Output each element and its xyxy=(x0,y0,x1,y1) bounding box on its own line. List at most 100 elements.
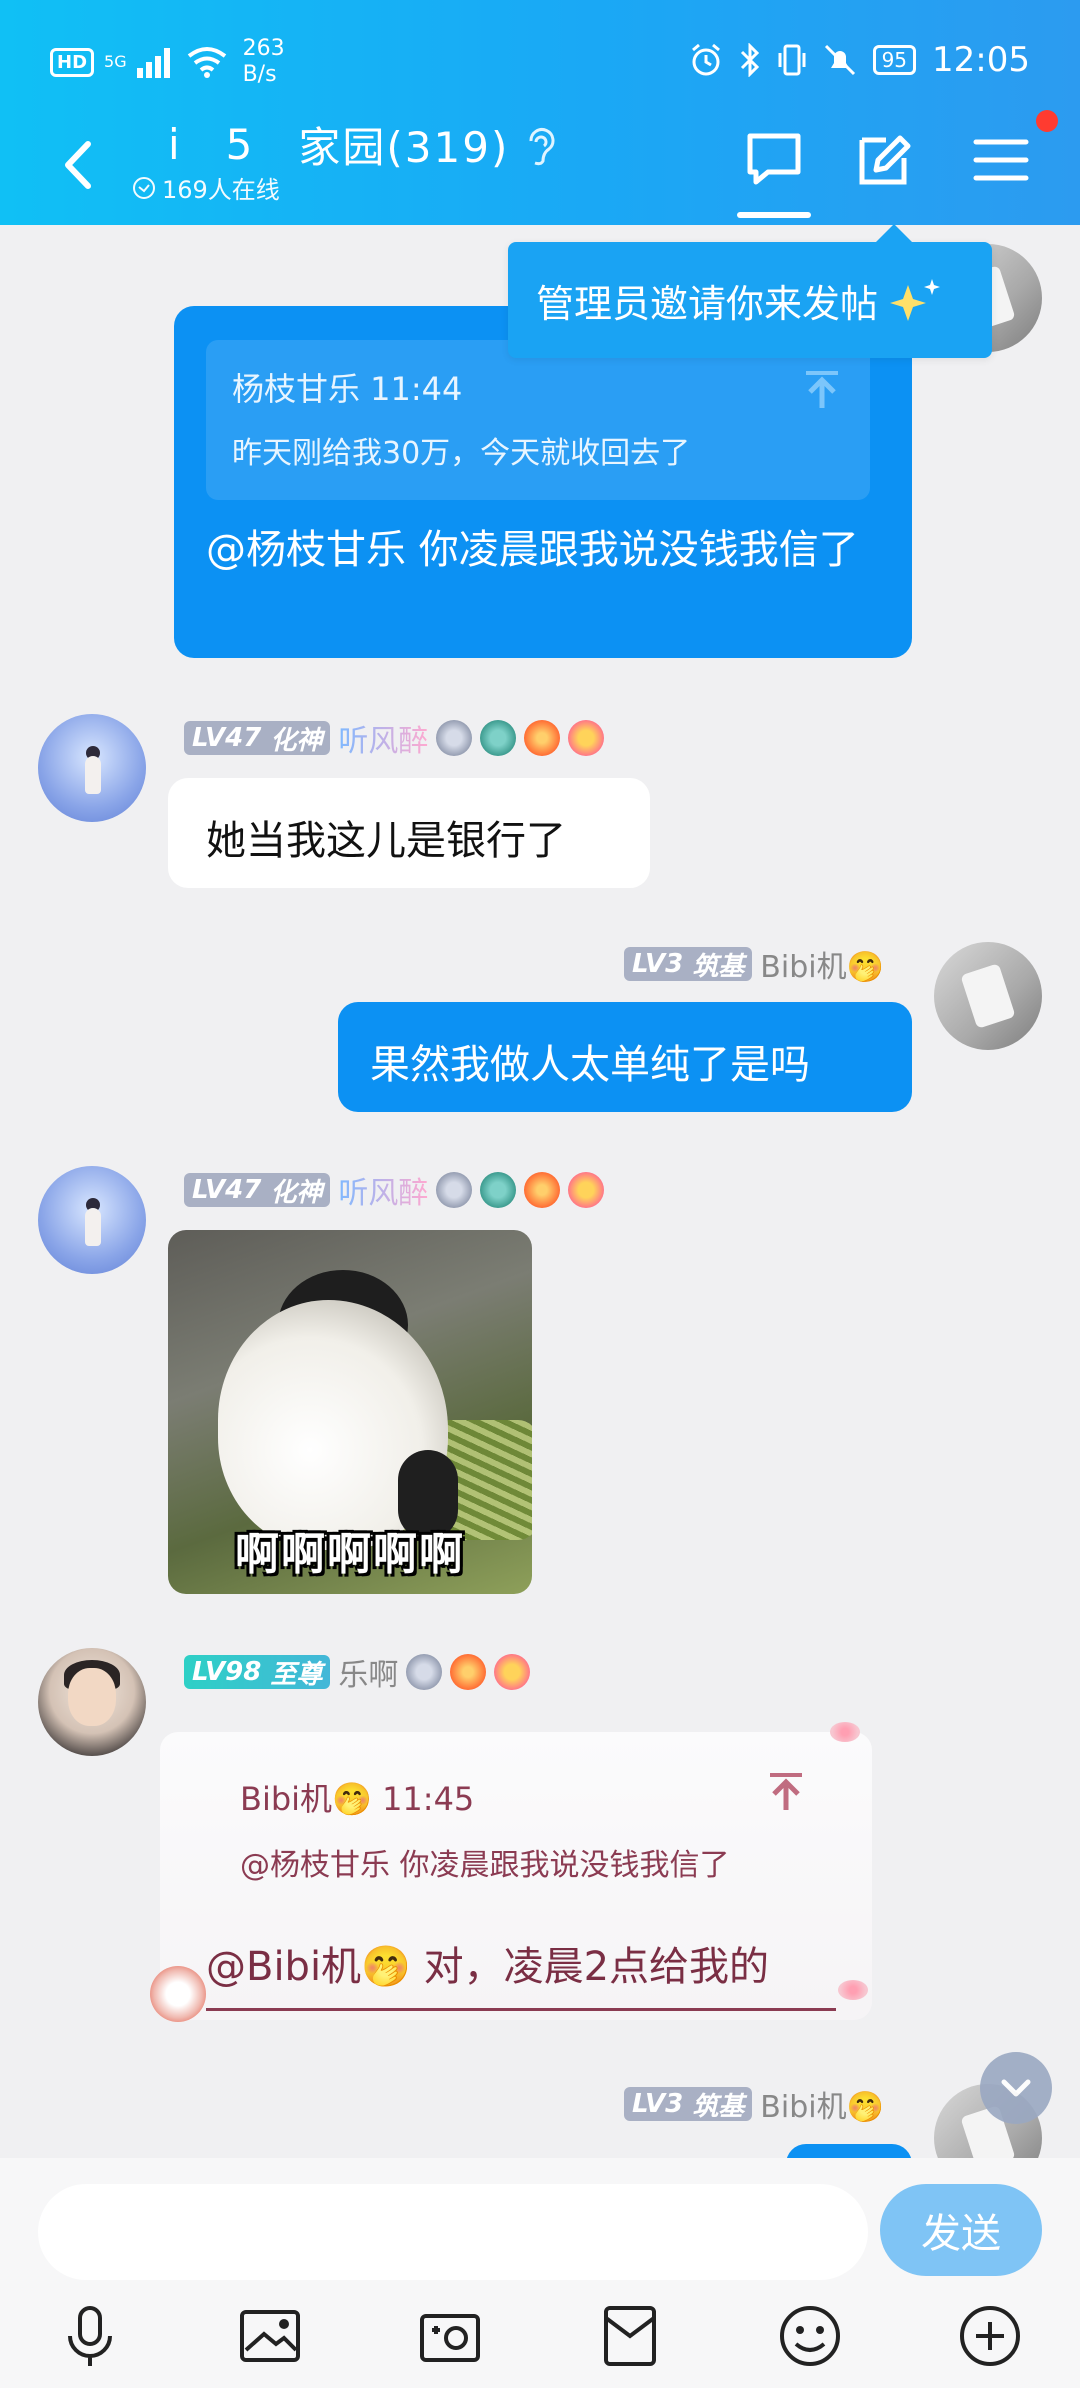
nav-bar: i 5 家园(319) 169人在线 xyxy=(0,110,1080,225)
sender-info: LV47 化神 听风醉 xyxy=(184,716,605,760)
mute-bell-icon xyxy=(824,44,855,76)
microphone-icon[interactable] xyxy=(54,2300,126,2372)
notification-dot xyxy=(1036,110,1058,132)
flower-medal-icon xyxy=(568,1172,605,1208)
battery-indicator: 95 xyxy=(872,45,917,75)
level: LV3 xyxy=(632,2089,684,2119)
sender-name[interactable]: 听风醉 xyxy=(338,716,428,760)
edit-icon[interactable] xyxy=(852,128,916,192)
pocket-icon[interactable] xyxy=(594,2300,666,2372)
rank: 筑基 xyxy=(692,951,745,982)
online-count: 169人在线 xyxy=(132,170,280,205)
emoji-icon[interactable] xyxy=(774,2300,846,2372)
sender-info: LV3 筑基 Bibi机🤭 xyxy=(624,2082,884,2126)
shield-medal-icon xyxy=(436,720,473,756)
signal-icon xyxy=(136,48,170,78)
level-badge: LV3 筑基 xyxy=(624,947,753,982)
dragon-medal-icon xyxy=(480,720,517,756)
message-text: @杨枝甘乐 你凌晨跟我说没钱我信了 xyxy=(206,527,859,573)
tooltip-text: 管理员邀请你来发帖 xyxy=(536,281,879,326)
scroll-to-bottom-button[interactable] xyxy=(980,2052,1052,2124)
avatar[interactable] xyxy=(38,1648,146,1756)
quote-header: Bibi机🤭 11:45 xyxy=(240,1780,475,1818)
alarm-icon xyxy=(691,43,720,76)
rank: 化神 xyxy=(270,725,323,756)
admin-invite-tooltip[interactable]: 管理员邀请你来发帖 xyxy=(508,224,992,358)
send-button[interactable]: 发送 xyxy=(880,2184,1042,2276)
level: LV47 xyxy=(192,723,262,753)
title-main: 家园(319) xyxy=(298,123,510,172)
bubble-underline xyxy=(206,2008,836,2011)
bear-decoration-icon xyxy=(150,1966,206,2022)
composer-bar: 发送 xyxy=(0,2158,1080,2388)
level-badge: LV47 化神 xyxy=(184,721,331,756)
wifi-icon xyxy=(187,47,226,78)
active-tab-indicator xyxy=(737,212,811,218)
menu-icon[interactable] xyxy=(970,128,1034,192)
level-badge: LV98 至尊 xyxy=(184,1655,331,1690)
sender-name[interactable]: Bibi机🤭 xyxy=(760,942,884,986)
rank: 筑基 xyxy=(692,2091,745,2122)
avatar[interactable] xyxy=(38,714,146,822)
sender-info: LV98 至尊 乐啊 xyxy=(184,1650,531,1694)
shield-medal-icon xyxy=(436,1172,473,1208)
message-input[interactable] xyxy=(38,2184,868,2280)
sender-name[interactable]: 乐啊 xyxy=(338,1650,398,1694)
title-part-i: i xyxy=(168,120,182,169)
status-right: 95 12:05 xyxy=(689,40,1030,80)
level: LV47 xyxy=(192,1175,262,1205)
message-text: 她当我这儿是银行了 xyxy=(206,818,566,864)
message-bubble[interactable]: 她当我这儿是银行了 xyxy=(168,778,650,888)
message-bubble[interactable]: 果然我做人太单纯了是吗 xyxy=(338,1002,912,1112)
rank: 化神 xyxy=(270,1177,323,1208)
level-badge: LV47 化神 xyxy=(184,1173,331,1208)
message-text: @Bibi机🤭 对，凌晨2点给我的 xyxy=(206,1944,770,1990)
level: LV98 xyxy=(192,1657,262,1687)
sparkle-icon xyxy=(890,279,941,321)
jump-to-top-icon[interactable] xyxy=(768,1772,804,1812)
fire-medal-icon xyxy=(524,1172,561,1208)
quote-text: @杨枝甘乐 你凌晨跟我说没钱我信了 xyxy=(240,1848,730,1883)
level: LV3 xyxy=(632,949,684,979)
flower-decoration-icon xyxy=(838,1980,868,2000)
flower-medal-icon xyxy=(568,720,605,756)
flower-decoration-icon xyxy=(830,1722,860,1742)
online-text: 169人在线 xyxy=(162,176,280,204)
speed-value: 263 xyxy=(242,36,285,61)
decorated-message-bubble[interactable]: Bibi机🤭 11:45 @杨枝甘乐 你凌晨跟我说没钱我信了 @Bibi机🤭 对… xyxy=(160,1732,872,2020)
image-icon[interactable] xyxy=(234,2300,306,2372)
bluetooth-icon xyxy=(740,43,759,77)
message-text: 果然我做人太单纯了是吗 xyxy=(370,1042,810,1088)
panda-sticker-image[interactable]: 啊啊啊啊啊 xyxy=(168,1230,532,1594)
flower-medal-icon xyxy=(494,1654,531,1690)
shield-medal-icon xyxy=(406,1654,443,1690)
group-title[interactable]: i 5 家园(319) xyxy=(168,114,557,175)
sender-name[interactable]: 听风醉 xyxy=(338,1168,428,1212)
ear-icon[interactable] xyxy=(523,123,557,167)
rank: 至尊 xyxy=(270,1659,323,1690)
sticker-caption: 啊啊啊啊啊 xyxy=(235,1529,465,1580)
plus-icon[interactable] xyxy=(954,2300,1026,2372)
sender-info: LV47 化神 听风醉 xyxy=(184,1168,605,1212)
quoted-message[interactable]: 杨枝甘乐 11:44 昨天刚给我30万，今天就收回去了 xyxy=(206,340,870,500)
jump-to-top-icon[interactable] xyxy=(804,370,840,410)
online-check-icon xyxy=(133,176,155,199)
network-speed: 263 B/s xyxy=(243,36,285,88)
level-badge: LV3 筑基 xyxy=(624,2087,753,2122)
dragon-medal-icon xyxy=(480,1172,517,1208)
top-bar: HD 5G 263 B/s 95 12:05 i 5 家园(319) 169人在… xyxy=(0,0,1080,225)
status-bar: HD 5G 263 B/s 95 12:05 xyxy=(0,0,1080,120)
chat-icon[interactable] xyxy=(742,128,806,192)
chevron-down-icon xyxy=(1001,2079,1031,2097)
avatar[interactable] xyxy=(934,942,1042,1050)
signal-type: 5G xyxy=(104,52,127,71)
status-left: HD 5G 263 B/s xyxy=(50,36,285,88)
avatar[interactable] xyxy=(38,1166,146,1274)
fire-medal-icon xyxy=(524,720,561,756)
camera-icon[interactable] xyxy=(414,2300,486,2372)
sender-info: LV3 筑基 Bibi机🤭 xyxy=(624,942,884,986)
sender-name[interactable]: Bibi机🤭 xyxy=(760,2082,884,2126)
back-arrow-icon[interactable] xyxy=(50,130,110,200)
title-part-5: 5 xyxy=(225,120,255,169)
speed-unit: B/s xyxy=(242,62,277,87)
